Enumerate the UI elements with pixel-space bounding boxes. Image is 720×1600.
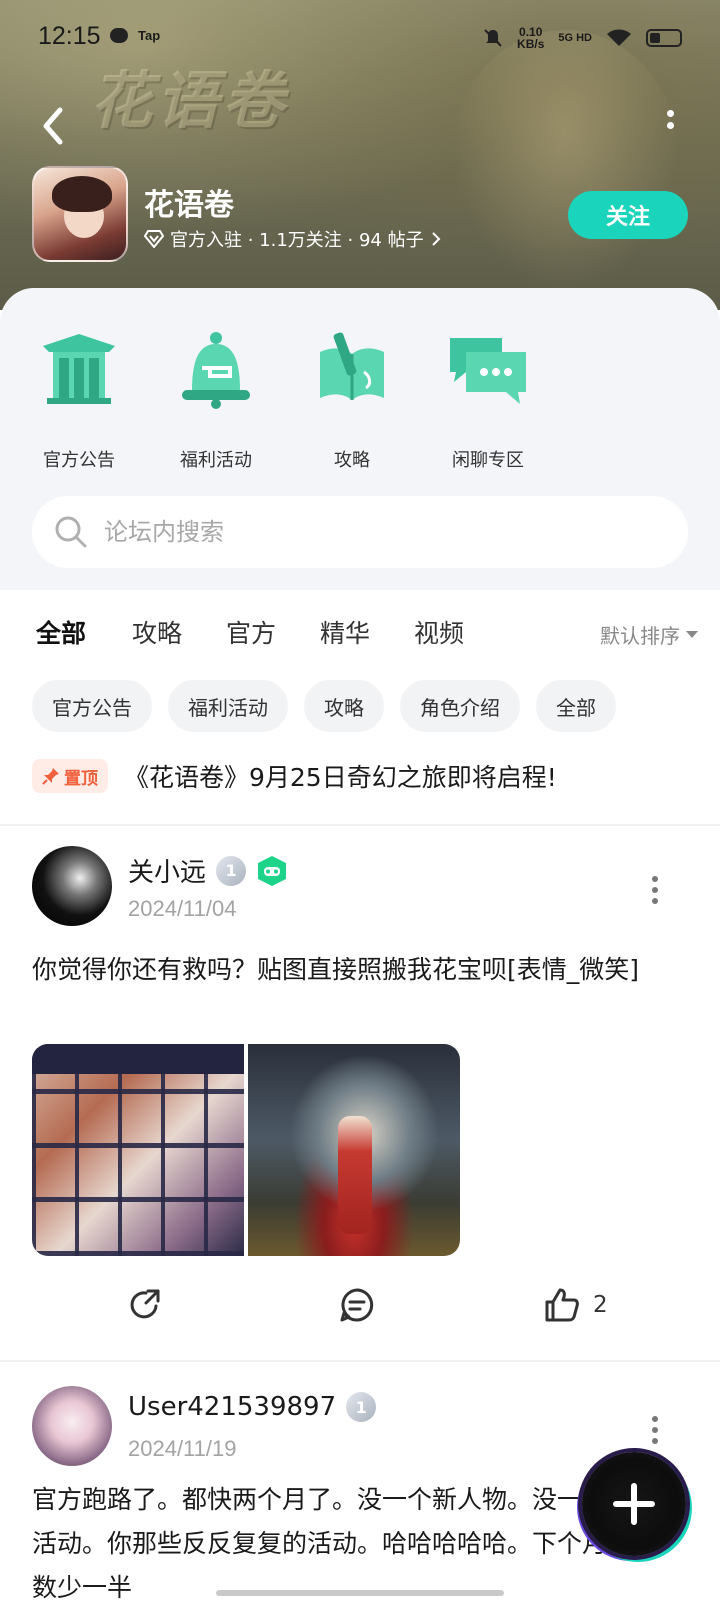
diamond-icon (144, 230, 164, 248)
level-value: 1 (225, 861, 237, 880)
level-badge: 1 (216, 855, 247, 886)
post-author[interactable]: User421539897 1 (128, 1392, 377, 1422)
speed-unit: KB/s (517, 37, 545, 51)
pinned-post[interactable]: 置顶 《花语卷》9月25日奇幻之旅即将启程! (32, 758, 692, 794)
plus-icon (613, 1483, 655, 1525)
status-bar: 12:15 Tap 0.10 KB/s 5G HD (0, 0, 720, 76)
post-image[interactable] (32, 1044, 244, 1256)
wechat-icon (110, 28, 128, 43)
post-more-icon[interactable] (652, 876, 660, 909)
level-value: 1 (355, 1397, 367, 1417)
pinned-badge-label: 置顶 (64, 768, 98, 789)
pavilion-icon (43, 334, 115, 404)
tab-featured[interactable]: 精华 (320, 614, 370, 650)
share-icon (130, 1289, 160, 1319)
shortcut-welfare[interactable]: 福利活动 (156, 328, 276, 472)
forum-meta[interactable]: 官方入驻 · 1.1万关注 · 94 帖子 (144, 226, 442, 252)
shortcut-panel: 官方公告 福利活动 攻略 闲聊专区 (0, 288, 720, 590)
chip-characters[interactable]: 角色介绍 (400, 680, 520, 732)
pinned-badge: 置顶 (32, 759, 108, 793)
follow-button[interactable]: 关注 (568, 191, 688, 239)
tab-guides[interactable]: 攻略 (132, 614, 182, 650)
post-text: 你觉得你还有救吗？贴图直接照搬我花宝呗[表情_微笑] (32, 955, 640, 984)
bell-icon (182, 332, 250, 409)
status-icons: 0.10 KB/s 5G HD (483, 26, 682, 50)
post-images (32, 1044, 460, 1256)
divider (0, 1360, 720, 1362)
post-image[interactable] (248, 1044, 460, 1256)
forum-avatar (32, 166, 128, 262)
network-type: 5G HD (558, 31, 592, 44)
shortcut-label: 攻略 (334, 450, 370, 471)
chip-all[interactable]: 全部 (536, 680, 616, 732)
battery-icon (646, 29, 682, 47)
divider (0, 824, 720, 826)
username: 关小远 (128, 858, 207, 888)
shortcut-label: 闲聊专区 (452, 450, 524, 471)
network-speed: 0.10 KB/s (517, 26, 544, 50)
shortcut-chat[interactable]: 闲聊专区 (428, 328, 548, 472)
caret-down-icon (686, 631, 698, 638)
more-menu-icon[interactable] (660, 110, 680, 144)
post-author[interactable]: 关小远 1 (128, 852, 288, 889)
status-time: 12:15 (38, 22, 101, 50)
shortcut-label: 福利活动 (180, 450, 252, 471)
category-chips: 官方公告 福利活动 攻略 角色介绍 全部 (32, 680, 616, 732)
thumbs-up-icon (545, 1288, 579, 1322)
pin-icon (42, 768, 59, 785)
create-post-button[interactable] (582, 1452, 686, 1556)
status-app-label: Tap (138, 28, 161, 43)
chip-guides[interactable]: 攻略 (304, 680, 384, 732)
post-more-icon[interactable] (652, 1416, 660, 1449)
forum-meta-text: 官方入驻 · 1.1万关注 · 94 帖子 (170, 230, 424, 251)
forum-banner: 花语卷 12:15 Tap 0.10 KB/s 5G HD 花语卷 官方入驻 ·… (0, 0, 720, 310)
tab-all[interactable]: 全部 (36, 614, 86, 656)
search-bar[interactable] (32, 496, 688, 568)
shortcut-label: 官方公告 (43, 450, 115, 471)
post-date: 2024/11/04 (128, 896, 237, 921)
sort-label: 默认排序 (600, 624, 680, 648)
search-icon (55, 516, 87, 548)
share-button[interactable] (126, 1286, 164, 1324)
gamepad-badge-icon (258, 855, 287, 886)
tab-official[interactable]: 官方 (226, 614, 276, 650)
level-badge: 1 (346, 1392, 377, 1422)
comment-button[interactable] (338, 1286, 376, 1324)
chevron-right-icon (431, 232, 441, 246)
post-date: 2024/11/19 (128, 1436, 237, 1461)
chip-welfare[interactable]: 福利活动 (168, 680, 288, 732)
shortcut-announcements[interactable]: 官方公告 (19, 328, 139, 472)
content-tabs: 全部 攻略 官方 精华 视频 默认排序 (0, 600, 720, 666)
mute-bell-icon (484, 29, 502, 47)
comment-icon (340, 1288, 374, 1322)
back-arrow-icon[interactable] (34, 104, 74, 148)
book-sword-icon (320, 332, 384, 400)
wifi-icon (607, 29, 631, 46)
avatar[interactable] (32, 1386, 112, 1466)
sort-dropdown[interactable]: 默认排序 (600, 620, 698, 649)
home-indicator[interactable] (216, 1590, 504, 1596)
like-count: 2 (593, 1292, 608, 1318)
username: User421539897 (128, 1392, 337, 1422)
forum-name: 花语卷 (144, 188, 234, 223)
chat-bubbles-icon (450, 338, 526, 404)
avatar[interactable] (32, 846, 112, 926)
chip-announcements[interactable]: 官方公告 (32, 680, 152, 732)
shortcut-guides[interactable]: 攻略 (292, 328, 412, 472)
pinned-title: 《花语卷》9月25日奇幻之旅即将启程! (124, 763, 557, 792)
post-actions: 2 (0, 1286, 720, 1336)
post-text: 官方跑路了。都快两个月了。没一个新人物。没一个新活动。你那些反反复复的活动。哈哈… (32, 1485, 633, 1600)
tab-video[interactable]: 视频 (414, 614, 464, 650)
like-button[interactable]: 2 (543, 1286, 608, 1324)
search-input[interactable] (104, 518, 624, 546)
